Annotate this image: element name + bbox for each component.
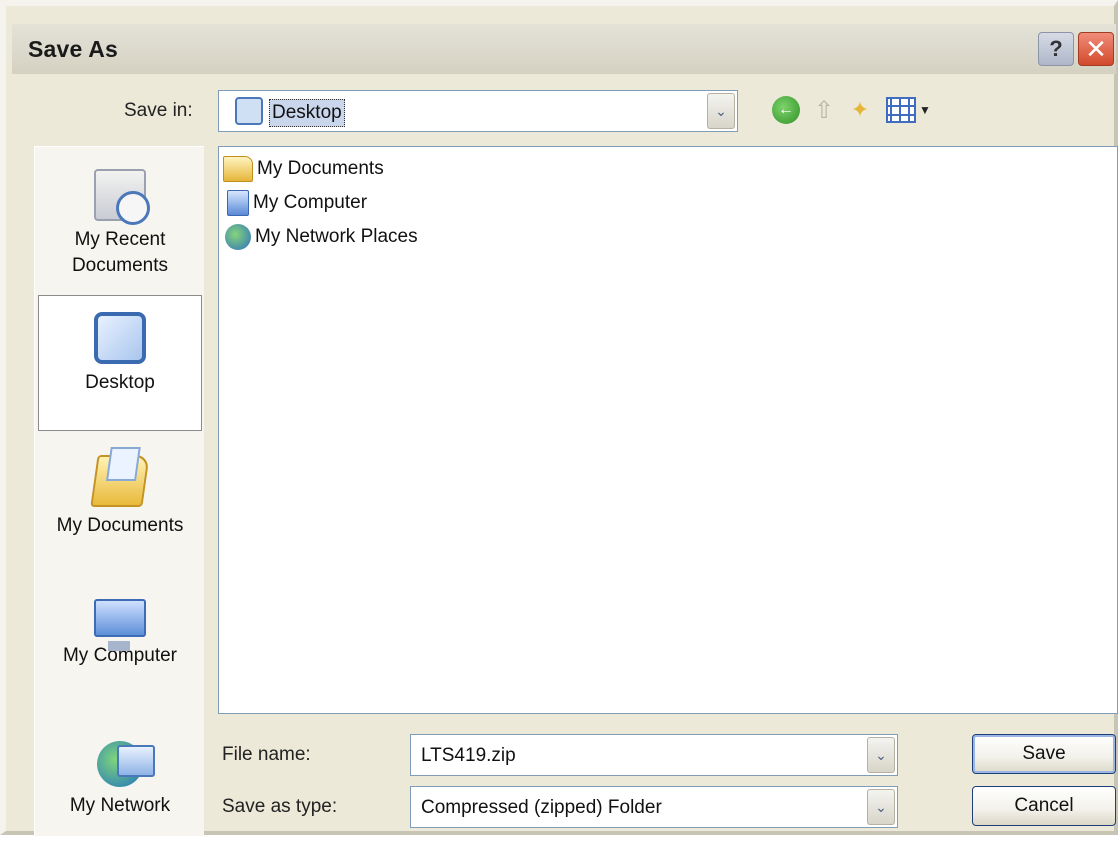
- computer-icon: [227, 190, 249, 216]
- chevron-down-icon[interactable]: ⌄: [707, 93, 735, 129]
- save-as-dialog: Save As ? ✕ Save in: Desktop ⌄ ← ⇧ ✦ ▼ M…: [0, 0, 1118, 836]
- list-item-label: My Computer: [253, 192, 368, 213]
- list-item-label: My Documents: [257, 158, 384, 179]
- save-as-type-value: Compressed (zipped) Folder: [421, 797, 662, 818]
- save-button[interactable]: Save: [972, 734, 1116, 774]
- file-name-input[interactable]: LTS419.zip ⌄: [410, 734, 898, 776]
- place-my-recent-documents[interactable]: My Recent Documents: [35, 153, 205, 289]
- window-title: Save As: [28, 36, 119, 62]
- place-my-computer[interactable]: My Computer: [35, 583, 205, 719]
- recent-documents-icon: [94, 169, 150, 225]
- desktop-icon: [94, 312, 146, 364]
- place-label: My Documents: [56, 515, 184, 536]
- file-name-value: LTS419.zip: [421, 745, 516, 766]
- list-item[interactable]: My Computer: [223, 187, 367, 219]
- network-places-icon: [225, 224, 251, 250]
- chevron-down-icon[interactable]: ⌄: [867, 789, 895, 825]
- views-caret-icon: ▼: [919, 103, 931, 117]
- help-button[interactable]: ?: [1038, 32, 1074, 66]
- help-icon: ?: [1049, 36, 1063, 61]
- close-button[interactable]: ✕: [1078, 32, 1114, 66]
- my-network-icon: [97, 741, 155, 787]
- up-one-level-icon[interactable]: ⇧: [810, 96, 838, 124]
- desktop-icon: [235, 97, 263, 125]
- save-as-type-dropdown[interactable]: Compressed (zipped) Folder ⌄: [410, 786, 898, 828]
- cancel-button[interactable]: Cancel: [972, 786, 1116, 826]
- place-label-line: My Recent: [74, 229, 166, 250]
- file-list[interactable]: My Documents My Computer My Network Plac…: [218, 146, 1118, 714]
- save-as-type-label: Save as type:: [222, 796, 338, 817]
- place-desktop[interactable]: Desktop: [38, 295, 202, 431]
- back-icon[interactable]: ←: [772, 96, 800, 124]
- places-bar: My Recent Documents Desktop My Documents…: [34, 146, 204, 836]
- save-in-label: Save in:: [124, 100, 193, 121]
- close-icon: ✕: [1085, 33, 1107, 64]
- my-documents-icon: [90, 455, 150, 507]
- file-name-label: File name:: [222, 744, 311, 765]
- chevron-down-icon[interactable]: ⌄: [867, 737, 895, 773]
- title-bar[interactable]: Save As ? ✕: [12, 24, 1116, 74]
- place-label: My Recent Documents: [72, 227, 168, 279]
- save-in-value: Desktop: [269, 99, 345, 127]
- folder-icon: [223, 156, 253, 182]
- list-item-label: My Network Places: [255, 226, 418, 247]
- place-my-network[interactable]: My Network: [35, 725, 205, 861]
- place-my-documents[interactable]: My Documents: [35, 439, 205, 575]
- place-label: My Network: [69, 795, 171, 816]
- new-folder-icon[interactable]: ✦: [846, 96, 874, 124]
- list-item[interactable]: My Documents: [223, 153, 384, 185]
- list-item[interactable]: My Network Places: [223, 221, 418, 253]
- views-grid-icon: [886, 97, 916, 123]
- place-label-line: Documents: [71, 255, 169, 276]
- my-computer-icon: [94, 599, 146, 651]
- place-label: Desktop: [85, 372, 155, 393]
- views-menu-icon[interactable]: ▼: [886, 96, 934, 124]
- save-in-dropdown[interactable]: Desktop ⌄: [218, 90, 738, 132]
